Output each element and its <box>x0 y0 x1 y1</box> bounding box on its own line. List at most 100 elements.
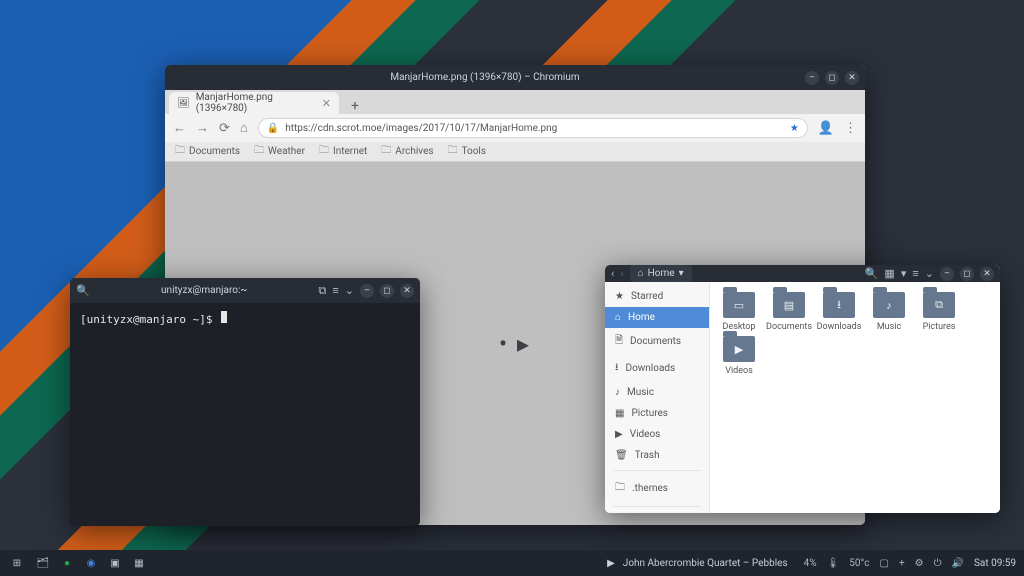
sidebar-item-trash[interactable]: 🗑 Trash <box>605 445 709 466</box>
sidebar-item--themes[interactable]: 🗀 .themes <box>605 475 709 502</box>
app-menu-icon[interactable]: ⊞ <box>8 554 26 572</box>
now-playing-label[interactable]: John Abercrombie Quartet – Pebbles <box>623 558 788 569</box>
browser-titlebar[interactable]: ManjarHome.png (1396×780) – Chromium – ◻… <box>165 65 865 90</box>
folder-item[interactable]: ▶Videos <box>716 336 762 376</box>
home-icon: ⌂ <box>638 268 644 279</box>
bookmark-item[interactable]: 🗀Documents <box>175 143 240 160</box>
profile-icon[interactable]: 👤 <box>818 121 834 136</box>
menu-icon[interactable]: ⋮ <box>844 121 857 136</box>
folder-item[interactable]: ⭳Downloads <box>816 292 862 332</box>
close-button[interactable]: ✕ <box>845 71 859 85</box>
folder-item[interactable]: ♪Music <box>866 292 912 332</box>
minimize-button[interactable]: – <box>940 267 954 281</box>
bookmark-item[interactable]: 🗀Archives <box>381 143 433 160</box>
chevron-down-icon[interactable]: ▾ <box>901 267 907 280</box>
desktop-panel: ⊞ 🗂 ● ◉ ▣ ▦ ▶ John Abercrombie Quartet –… <box>0 550 1024 576</box>
chevron-down-icon: ▾ <box>679 268 684 279</box>
sidebar-item-label: Videos <box>630 429 661 440</box>
bookmark-label: Tools <box>462 146 486 157</box>
bookmark-item[interactable]: 🗀Weather <box>254 143 305 160</box>
sidebar-item-pictures[interactable]: ▦Pictures <box>605 403 709 424</box>
browser-tab[interactable]: 🖼 ManjarHome.png (1396×780) ✕ <box>169 92 339 114</box>
folder-item[interactable]: ⧉Pictures <box>916 292 962 332</box>
grid-view-icon[interactable]: ▦ <box>884 267 894 280</box>
sidebar-item-icon: 🗀 <box>615 480 625 497</box>
sidebar-item-documents[interactable]: 🗎Documents <box>605 328 709 355</box>
cursor-icon <box>221 311 227 323</box>
settings-icon[interactable]: ⚙ <box>915 558 924 569</box>
file-manager-launcher[interactable]: 🗂 <box>34 554 52 572</box>
browser-window-title: ManjarHome.png (1396×780) – Chromium <box>171 72 799 83</box>
sidebar-item-label: Downloads <box>626 363 676 374</box>
folder-icon: 🗀 <box>254 143 264 160</box>
new-tab-button[interactable]: + <box>345 98 365 114</box>
file-manager-titlebar[interactable]: ‹ › ⌂ Home ▾ 🔍 ▦ ▾ ≡ ⌄ – ◻ ✕ <box>605 265 1000 282</box>
system-tray: 4% 🌡 50°c ▢ + ⚙ ⏻ 🔊 Sat 09:59 <box>804 558 1016 569</box>
sidebar-item-home[interactable]: ⌂Home <box>605 307 709 328</box>
back-button[interactable]: ‹ <box>611 267 614 280</box>
reload-button[interactable]: ⟳ <box>219 121 230 136</box>
hamburger-icon[interactable]: ≡ <box>912 267 918 280</box>
file-manager-grid[interactable]: ▭Desktop▤Documents⭳Downloads♪Music⧉Pictu… <box>710 282 1000 513</box>
sidebar-item-music[interactable]: ♪Music <box>605 382 709 403</box>
forward-button[interactable]: › <box>620 267 623 280</box>
chromium-launcher[interactable]: ◉ <box>82 554 100 572</box>
new-tab-icon[interactable]: ⧉ <box>319 284 327 298</box>
chevron-down-icon[interactable]: ⌄ <box>925 267 934 280</box>
bookmarks-bar: 🗀Documents🗀Weather🗀Internet🗀Archives🗀Too… <box>165 142 865 162</box>
sidebar-item-starred[interactable]: ★Starred <box>605 286 709 307</box>
minimize-button[interactable]: – <box>360 284 374 298</box>
sidebar-separator <box>613 506 701 507</box>
spotify-launcher[interactable]: ● <box>58 554 76 572</box>
search-icon[interactable]: 🔍 <box>76 284 90 297</box>
sidebar-item-label: .themes <box>632 483 668 494</box>
terminal-launcher[interactable]: ▣ <box>106 554 124 572</box>
volume-icon[interactable]: 🔊 <box>952 558 964 569</box>
minimize-button[interactable]: – <box>805 71 819 85</box>
sidebar-item-icon: 🗑 <box>615 450 628 461</box>
folder-label: Downloads <box>817 322 862 332</box>
hamburger-icon[interactable]: ≡ <box>332 284 338 297</box>
sidebar-item-downloads[interactable]: ⭳Downloads <box>605 355 709 382</box>
terminal-titlebar[interactable]: 🔍 unityzx@manjaro:~ ⧉ ≡ ⌄ – ◻ ✕ <box>70 278 420 303</box>
panel-dock: 🗂 ● ◉ ▣ ▦ <box>34 554 148 572</box>
temperature-icon[interactable]: 🌡 <box>827 558 840 569</box>
power-icon[interactable]: ⏻ <box>934 558 942 569</box>
tab-close-icon[interactable]: ✕ <box>322 97 331 110</box>
sidebar-item-icon: 🗎 <box>615 333 623 350</box>
sidebar-item-videos[interactable]: ▶Videos <box>605 424 709 445</box>
sidebar-item-icon: ▦ <box>615 408 624 419</box>
sidebar-item-icon: ♪ <box>615 387 620 398</box>
back-button[interactable]: ← <box>173 120 186 136</box>
bookmark-label: Internet <box>333 146 367 157</box>
battery-label[interactable]: 4% <box>804 558 817 569</box>
maximize-button[interactable]: ◻ <box>825 71 839 85</box>
bookmark-item[interactable]: 🗀 Tools <box>448 143 486 160</box>
now-playing-play-icon[interactable]: ▶ <box>607 558 615 569</box>
folder-item[interactable]: ▭Desktop <box>716 292 762 332</box>
tray-plus-icon[interactable]: + <box>899 558 905 569</box>
maximize-button[interactable]: ◻ <box>380 284 394 298</box>
home-button[interactable]: ⌂ <box>240 120 248 136</box>
folder-label: Pictures <box>923 322 956 332</box>
location-chip[interactable]: ⌂ Home ▾ <box>630 265 692 282</box>
sidebar-item-label: Trash <box>635 450 660 461</box>
close-button[interactable]: ✕ <box>980 267 994 281</box>
tray-box-icon[interactable]: ▢ <box>879 558 888 569</box>
folder-icon: 🗀 <box>448 143 458 160</box>
clock-label[interactable]: Sat 09:59 <box>974 558 1016 569</box>
url-input[interactable]: 🔒 https://cdn.scrot.moe/images/2017/10/1… <box>258 118 808 138</box>
forward-button[interactable]: → <box>196 120 209 136</box>
sidebar-item-icon: ★ <box>615 291 624 302</box>
terminal-body[interactable]: [unityzx@manjaro ~]$ <box>70 303 420 526</box>
bookmark-item[interactable]: 🗀Internet <box>319 143 367 160</box>
app-launcher[interactable]: ▦ <box>130 554 148 572</box>
maximize-button[interactable]: ◻ <box>960 267 974 281</box>
close-button[interactable]: ✕ <box>400 284 414 298</box>
file-manager-window: ‹ › ⌂ Home ▾ 🔍 ▦ ▾ ≡ ⌄ – ◻ ✕ ★Starred⌂Ho… <box>605 265 1000 513</box>
chevron-down-icon[interactable]: ⌄ <box>345 284 354 297</box>
sidebar-item-other-locations[interactable]: +Other Locations <box>605 511 709 513</box>
bookmark-star-icon[interactable]: ★ <box>790 123 799 134</box>
folder-item[interactable]: ▤Documents <box>766 292 812 332</box>
search-icon[interactable]: 🔍 <box>865 267 879 280</box>
